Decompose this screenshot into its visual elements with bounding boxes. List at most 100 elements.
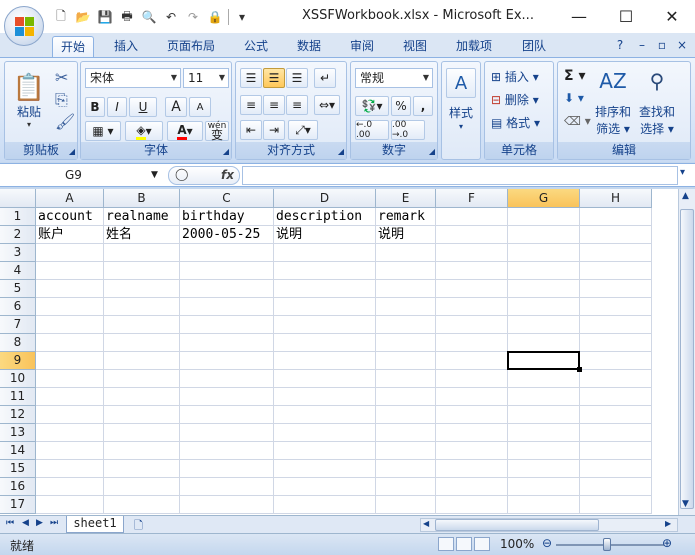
tab-formulas[interactable]: 公式	[236, 36, 276, 57]
cell-b12[interactable]	[104, 406, 180, 424]
cell-c16[interactable]	[180, 478, 274, 496]
cell-d8[interactable]	[274, 334, 376, 352]
cell-a5[interactable]	[36, 280, 104, 298]
cell-a2[interactable]: 账户	[36, 226, 104, 244]
cell-h1[interactable]	[580, 208, 652, 226]
vertical-scroll-thumb[interactable]	[680, 209, 694, 509]
column-header-b[interactable]: B	[104, 189, 180, 208]
insert-function-button[interactable]: ◯ fx	[168, 166, 240, 185]
column-header-h[interactable]: H	[580, 189, 652, 208]
cell-c13[interactable]	[180, 424, 274, 442]
styles-icon[interactable]: A	[446, 68, 476, 98]
cell-g17[interactable]	[508, 496, 580, 514]
worksheet-grid[interactable]: A B C D E F G H 1 account realname birthday descript…	[0, 189, 695, 515]
format-cells-button[interactable]: ▤ 格式 ▾	[491, 114, 540, 131]
row-header-2[interactable]: 2	[0, 226, 36, 244]
cell-g16[interactable]	[508, 478, 580, 496]
undo-icon[interactable]: ↶	[162, 8, 180, 26]
cell-e13[interactable]	[376, 424, 436, 442]
cell-b8[interactable]	[104, 334, 180, 352]
row-header-16[interactable]: 16	[0, 478, 36, 496]
italic-button[interactable]: I	[107, 97, 127, 117]
align-bottom-button[interactable]: ☰	[286, 68, 308, 88]
paste-button[interactable]: 📋 粘贴 ▾	[9, 66, 49, 136]
first-sheet-icon[interactable]: ⏮	[6, 518, 14, 528]
cell-h8[interactable]	[580, 334, 652, 352]
align-middle-button[interactable]: ☰	[263, 68, 285, 88]
cell-f1[interactable]	[436, 208, 508, 226]
cell-d11[interactable]	[274, 388, 376, 406]
tab-data[interactable]: 数据	[289, 36, 329, 57]
scroll-right-icon[interactable]: ▶	[665, 519, 671, 528]
page-break-view-button[interactable]	[474, 537, 490, 551]
styles-label[interactable]: 样式	[442, 104, 480, 121]
row-header-4[interactable]: 4	[0, 262, 36, 280]
sheet-tab-sheet1[interactable]: sheet1	[66, 516, 124, 533]
cell-c7[interactable]	[180, 316, 274, 334]
cell-f7[interactable]	[436, 316, 508, 334]
cell-g4[interactable]	[508, 262, 580, 280]
cell-e10[interactable]	[376, 370, 436, 388]
cell-a9[interactable]	[36, 352, 104, 370]
row-header-12[interactable]: 12	[0, 406, 36, 424]
cell-b17[interactable]	[104, 496, 180, 514]
cell-g3[interactable]	[508, 244, 580, 262]
row-header-15[interactable]: 15	[0, 460, 36, 478]
cell-f4[interactable]	[436, 262, 508, 280]
column-header-e[interactable]: E	[376, 189, 436, 208]
open-folder-icon[interactable]: 📂	[74, 8, 92, 26]
office-button[interactable]	[4, 6, 44, 46]
name-box[interactable]: G9 ▼	[3, 166, 163, 185]
accounting-format-button[interactable]: 💱▾	[355, 96, 389, 116]
fill-handle[interactable]	[577, 367, 582, 372]
cell-a7[interactable]	[36, 316, 104, 334]
new-document-icon[interactable]: 🗋	[52, 8, 70, 26]
help-icon[interactable]: ?	[612, 38, 628, 54]
cell-e6[interactable]	[376, 298, 436, 316]
cell-h15[interactable]	[580, 460, 652, 478]
cell-c14[interactable]	[180, 442, 274, 460]
cell-h2[interactable]	[580, 226, 652, 244]
cell-g14[interactable]	[508, 442, 580, 460]
cell-c5[interactable]	[180, 280, 274, 298]
cell-d7[interactable]	[274, 316, 376, 334]
align-center-button[interactable]: ≡	[263, 95, 285, 115]
cell-c8[interactable]	[180, 334, 274, 352]
cell-f11[interactable]	[436, 388, 508, 406]
tab-view[interactable]: 视图	[395, 36, 435, 57]
cell-b5[interactable]	[104, 280, 180, 298]
cell-h16[interactable]	[580, 478, 652, 496]
row-header-9[interactable]: 9	[0, 352, 36, 370]
cell-d5[interactable]	[274, 280, 376, 298]
row-header-1[interactable]: 1	[0, 208, 36, 226]
cell-f5[interactable]	[436, 280, 508, 298]
underline-button[interactable]: U	[129, 97, 157, 117]
cell-g1[interactable]	[508, 208, 580, 226]
cell-h13[interactable]	[580, 424, 652, 442]
align-top-button[interactable]: ☰	[240, 68, 262, 88]
cell-e1[interactable]: remark	[376, 208, 436, 226]
align-left-button[interactable]: ≡	[240, 95, 262, 115]
cell-a15[interactable]	[36, 460, 104, 478]
cell-f13[interactable]	[436, 424, 508, 442]
cell-c9[interactable]	[180, 352, 274, 370]
cell-b16[interactable]	[104, 478, 180, 496]
clipboard-launcher-icon[interactable]: ◢	[69, 147, 75, 156]
wrap-text-button[interactable]: ↵	[314, 68, 336, 88]
cell-g13[interactable]	[508, 424, 580, 442]
cell-d12[interactable]	[274, 406, 376, 424]
cell-f14[interactable]	[436, 442, 508, 460]
page-layout-view-button[interactable]	[456, 537, 472, 551]
scroll-left-icon[interactable]: ◀	[423, 519, 429, 528]
styles-dropdown-icon[interactable]: ▾	[442, 122, 480, 131]
cell-e3[interactable]	[376, 244, 436, 262]
cell-f12[interactable]	[436, 406, 508, 424]
last-sheet-icon[interactable]: ⏭	[50, 518, 58, 528]
font-size-select[interactable]: 11 ▼	[183, 68, 229, 88]
find-select-label-line1[interactable]: 查找和	[636, 103, 678, 120]
zoom-slider-thumb[interactable]	[603, 538, 611, 551]
print-preview-icon[interactable]: 🔍	[140, 8, 158, 26]
cell-d15[interactable]	[274, 460, 376, 478]
chevron-down-icon[interactable]: ▼	[151, 166, 158, 185]
phonetic-guide-button[interactable]: wén 变	[205, 121, 229, 141]
